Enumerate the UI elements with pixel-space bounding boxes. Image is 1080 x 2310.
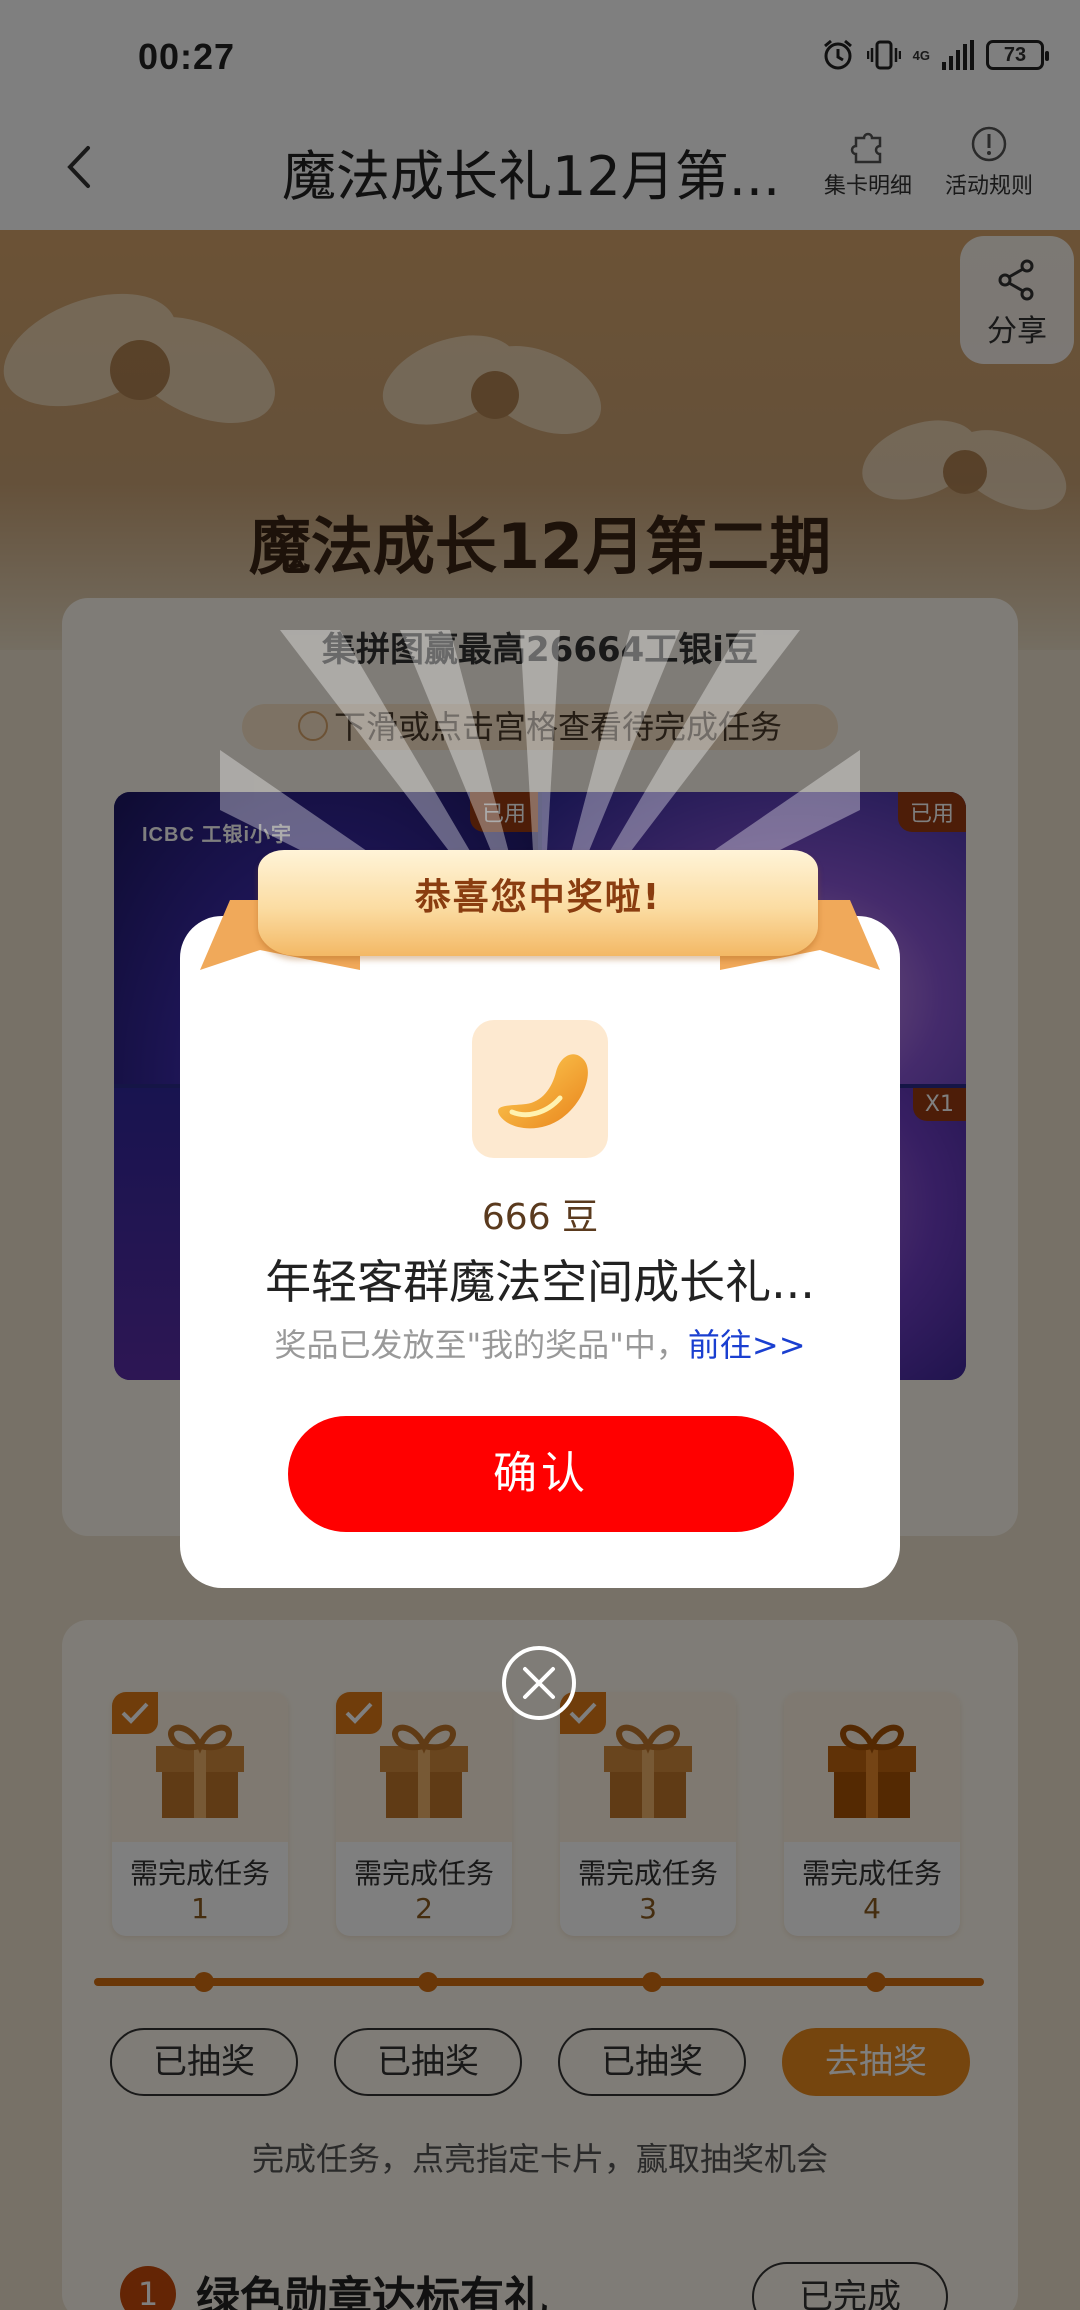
confirm-button[interactable]: 确认 bbox=[288, 1416, 794, 1532]
prize-name: 年轻客群魔法空间成长礼... bbox=[265, 1255, 815, 1309]
prize-amount: 666 豆 bbox=[481, 1197, 599, 1238]
bean-icon bbox=[472, 1020, 608, 1158]
congrats-title: 恭喜您中奖啦! bbox=[414, 877, 662, 918]
close-icon[interactable] bbox=[500, 1644, 578, 1722]
prize-note-text: 奖品已发放至"我的奖品"中， bbox=[274, 1326, 688, 1364]
go-to-prizes-link[interactable]: 前往>> bbox=[688, 1326, 806, 1364]
prize-note: 奖品已发放至"我的奖品"中，前往>> bbox=[180, 1320, 900, 1366]
